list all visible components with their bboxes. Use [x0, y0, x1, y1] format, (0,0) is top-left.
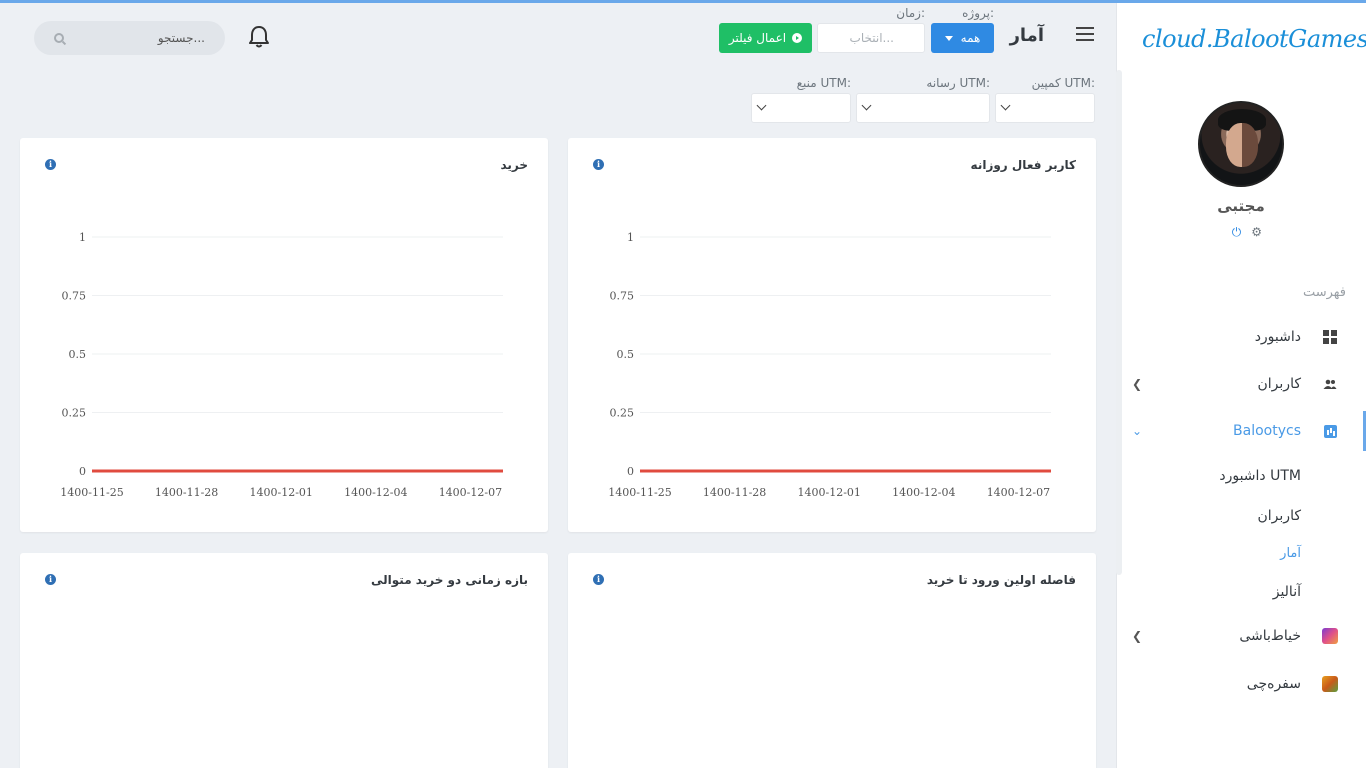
sidebar-item-label: کاربران: [1257, 376, 1301, 392]
chevron-down-icon: [861, 100, 872, 111]
y-tick-label: 0: [627, 465, 634, 478]
x-tick-label: 1400-12-01: [797, 486, 860, 499]
x-tick-label: 1400-11-28: [155, 486, 218, 499]
card-title: فاصله اولین ورود تا خرید: [926, 573, 1076, 587]
y-tick-label: 0.25: [62, 407, 87, 420]
x-tick-label: 1400-11-25: [60, 486, 123, 499]
sidebar-subitem-users[interactable]: کاربران: [1258, 508, 1301, 524]
sidebar-item-dashboard[interactable]: داشبورد: [1116, 317, 1366, 357]
y-tick-label: 0.25: [610, 407, 635, 420]
y-tick-label: 1: [79, 231, 86, 244]
info-icon[interactable]: i: [593, 574, 604, 585]
top-accent-line: [0, 0, 1366, 3]
apply-filter-button[interactable]: اعمال فیلتر: [719, 23, 812, 53]
game-khayatbashi-icon: [1322, 628, 1338, 644]
utm-source-label: منبع UTM:: [796, 76, 851, 90]
sidebar-item-label: Balootycs: [1233, 423, 1301, 439]
utm-campaign-select[interactable]: [995, 93, 1095, 123]
apply-filter-label: اعمال فیلتر: [728, 31, 787, 45]
bell-icon[interactable]: [248, 25, 270, 49]
avatar: [1198, 101, 1284, 187]
chevron-left-icon: ❮: [1132, 629, 1143, 643]
utm-medium-label: رسانه UTM:: [926, 76, 990, 90]
x-tick-label: 1400-11-28: [703, 486, 766, 499]
user-name: مجتبی: [1217, 197, 1265, 215]
search-input[interactable]: جستجو...: [34, 21, 225, 55]
sidebar-item-khayatbashi[interactable]: خیاط‌باشی ❮: [1116, 616, 1366, 656]
y-tick-label: 1: [627, 231, 634, 244]
card-title: بازه زمانی دو خرید متوالی: [371, 573, 528, 587]
utm-medium-select[interactable]: [856, 93, 990, 123]
y-tick-label: 0.5: [69, 348, 87, 361]
utm-campaign-label: کمپین UTM:: [1031, 76, 1095, 90]
y-tick-label: 0.75: [610, 290, 635, 303]
y-tick-label: 0.75: [62, 290, 87, 303]
brand-logo[interactable]: cloud.BalootGames: [1142, 25, 1366, 53]
page-title: آمار: [1009, 25, 1044, 46]
x-tick-label: 1400-12-04: [892, 486, 955, 499]
utm-source-select[interactable]: [751, 93, 851, 123]
chevron-down-icon: [1000, 100, 1011, 111]
time-label: زمان:: [896, 6, 925, 20]
users-icon: [1322, 376, 1338, 392]
search-placeholder: جستجو...: [157, 31, 205, 45]
search-icon: [54, 33, 64, 43]
chart-purchase: 0 0.25 0.5 0.75 1 1400-11-25 1400-11-28 1400-12…: [60, 231, 503, 499]
sidebar-item-users[interactable]: کاربران ❮: [1116, 364, 1366, 404]
card-time-between-purchases: بازه زمانی دو خرید متوالی i: [20, 553, 548, 768]
y-tick-label: 0: [79, 465, 86, 478]
info-icon[interactable]: i: [45, 574, 56, 585]
bar-chart-icon: [1322, 423, 1338, 439]
chevron-down-icon: [756, 100, 767, 111]
sidebar-item-label: داشبورد: [1254, 329, 1301, 345]
sidebar-item-balootycs[interactable]: Balootycs ⌄: [1116, 411, 1366, 451]
x-tick-label: 1400-12-04: [344, 486, 407, 499]
x-tick-label: 1400-12-07: [987, 486, 1050, 499]
sidebar-subitem-analysis[interactable]: آنالیز: [1273, 584, 1301, 600]
x-tick-label: 1400-12-07: [439, 486, 502, 499]
user-actions: ⏻ ⚙: [1232, 225, 1262, 240]
sidebar-item-label: خیاط‌باشی: [1239, 628, 1301, 644]
power-icon[interactable]: ⏻: [1232, 225, 1242, 240]
x-tick-label: 1400-11-25: [608, 486, 671, 499]
sidebar-subitem-stats[interactable]: آمار: [1280, 546, 1301, 561]
chevron-down-icon: ⌄: [1132, 424, 1143, 438]
card-daily-active-users: کاربر فعال روزانه i 0 0.25 0.5 0.75 1 1400-11…: [568, 138, 1096, 532]
project-select-value: همه: [960, 31, 981, 45]
sidebar-item-sofrechi[interactable]: سفره‌چی: [1116, 664, 1366, 704]
caret-down-icon: [944, 35, 953, 41]
project-select-button[interactable]: همه: [931, 23, 994, 53]
sidebar-subitem-utm-dashboard[interactable]: داشبورد UTM: [1219, 468, 1301, 484]
card-first-login-to-purchase: فاصله اولین ورود تا خرید i: [568, 553, 1096, 768]
main-scrollbar[interactable]: [1116, 70, 1122, 575]
dashboard-grid-icon: [1322, 329, 1338, 345]
chart-daily-active-users: 0 0.25 0.5 0.75 1 1400-11-25 1400-11-28 1400-12…: [608, 231, 1051, 499]
x-tick-label: 1400-12-01: [249, 486, 312, 499]
time-picker-input[interactable]: انتخاب...: [817, 23, 925, 53]
menu-toggle-icon[interactable]: [1076, 27, 1094, 41]
y-tick-label: 0.5: [617, 348, 635, 361]
menu-title: فهرست: [1302, 285, 1346, 300]
card-purchase: خرید i 0 0.25 0.5 0.75 1 1400-11-25 1400-11-28…: [20, 138, 548, 532]
chevron-left-icon: ❮: [1132, 377, 1143, 391]
project-label: پروژه:: [962, 6, 994, 20]
sidebar: cloud.BalootGames مجتبی ⏻ ⚙ فهرست داشبور…: [1116, 3, 1366, 768]
game-sofrechi-icon: [1322, 676, 1338, 692]
play-circle-icon: [792, 33, 803, 43]
gear-icon[interactable]: ⚙: [1251, 225, 1262, 240]
sidebar-item-label: سفره‌چی: [1246, 676, 1301, 692]
